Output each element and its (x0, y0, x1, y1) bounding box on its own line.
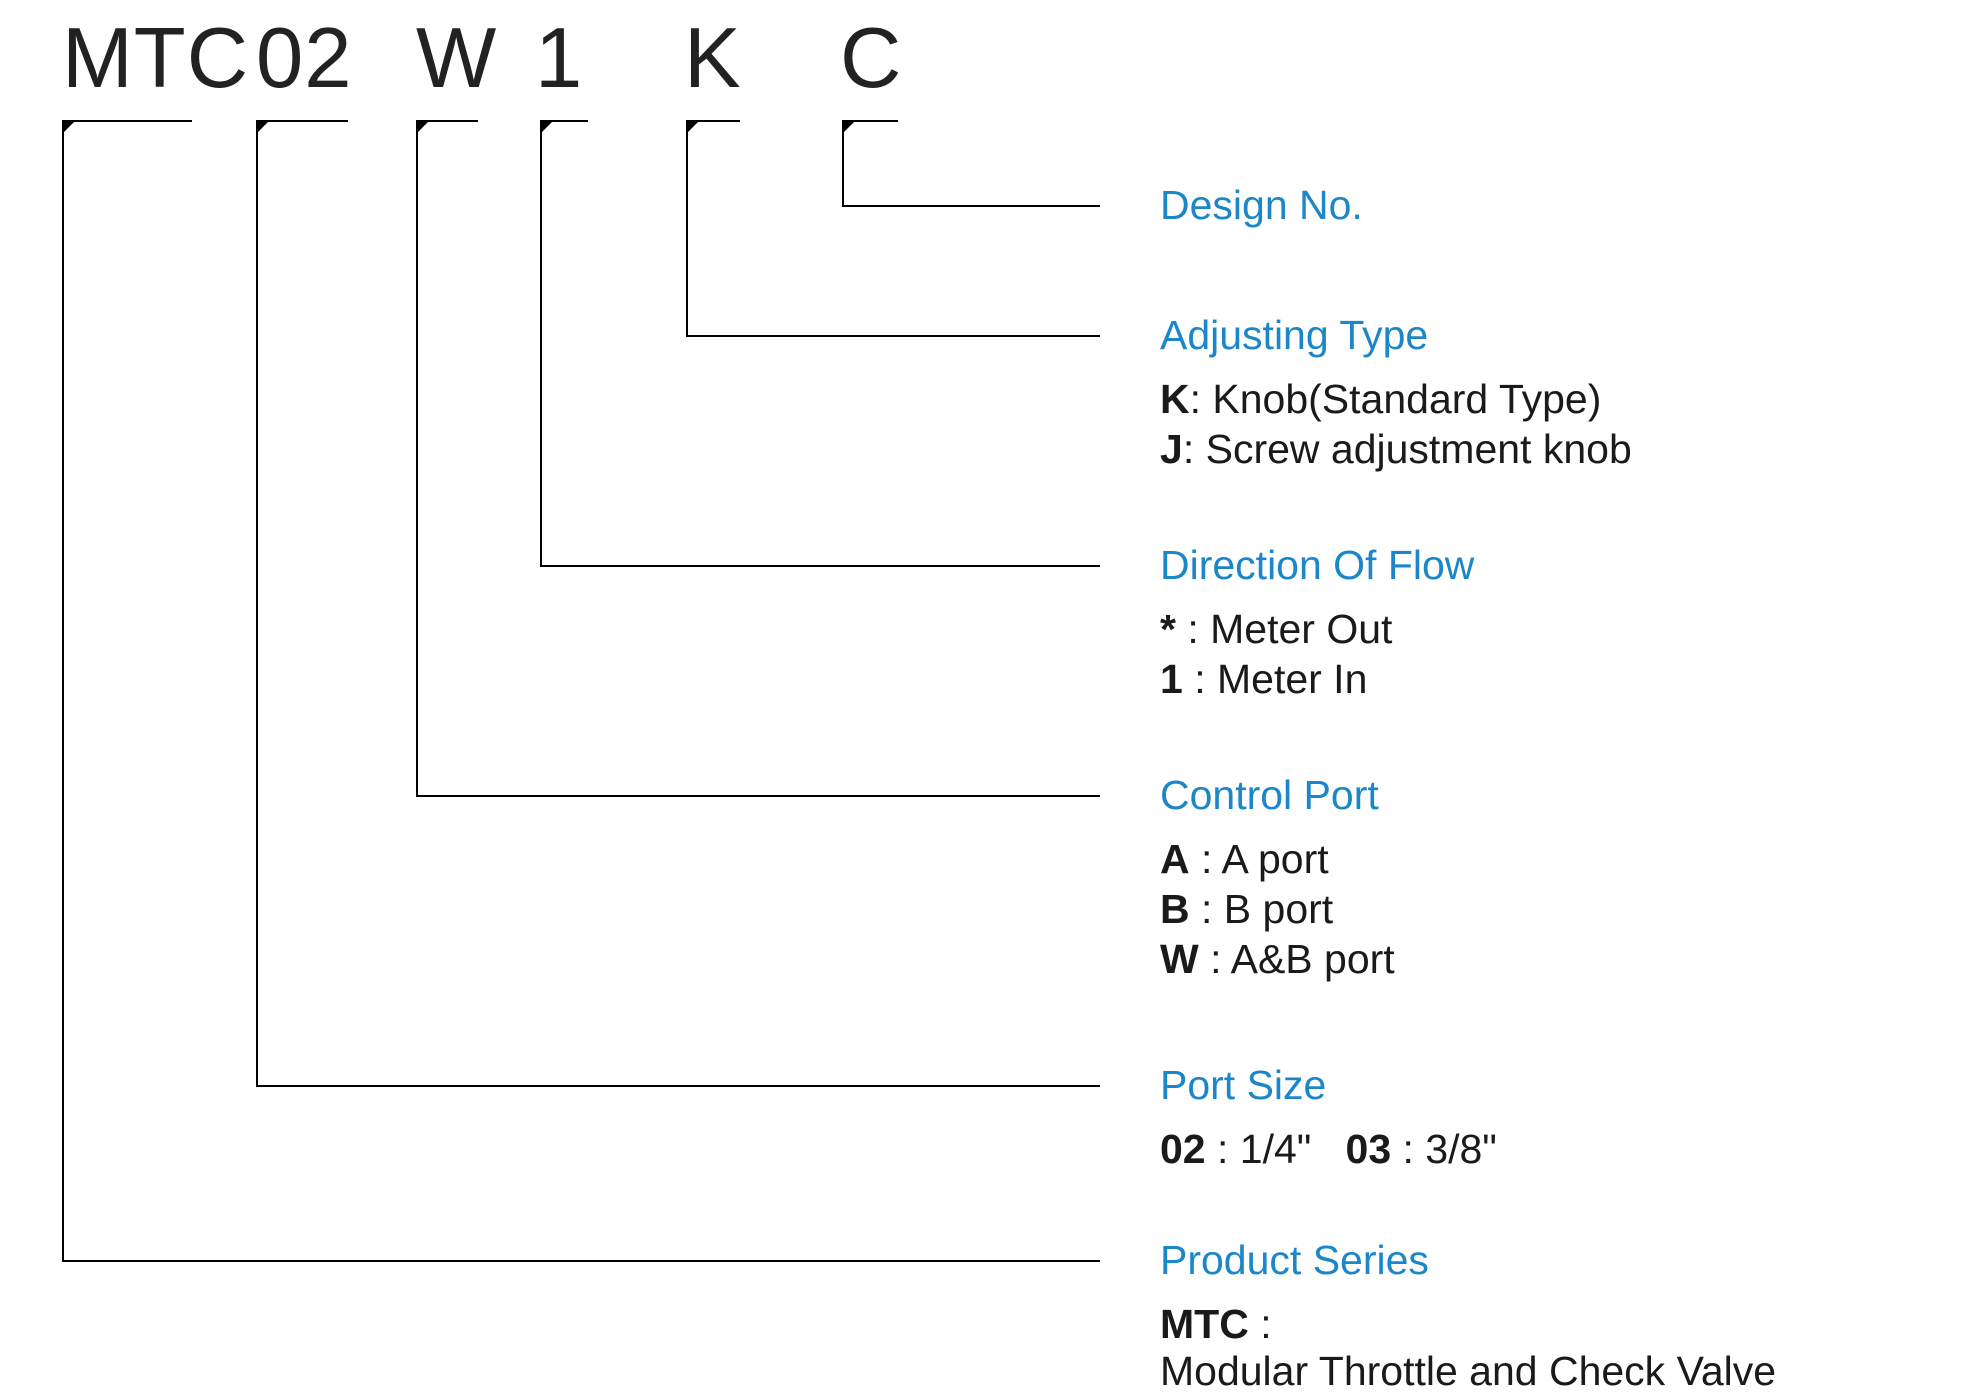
val: : Screw adjustment knob (1183, 426, 1632, 472)
key2: 03 (1346, 1126, 1392, 1172)
val: : Knob(Standard Type) (1190, 376, 1602, 422)
key: 1 (1160, 656, 1183, 702)
control-opt-2: B : B port (1160, 886, 1333, 933)
drop-6 (842, 120, 844, 207)
adjusting-opt-2: J: Screw adjustment knob (1160, 426, 1632, 473)
flow-opt-2: 1 : Meter In (1160, 656, 1367, 703)
lead-2 (256, 1085, 1100, 1087)
key: B (1160, 886, 1190, 932)
val2: : 3/8" (1391, 1126, 1497, 1172)
cap-3 (416, 120, 478, 122)
title-port-size: Port Size (1160, 1062, 1326, 1109)
title-control-port: Control Port (1160, 772, 1379, 819)
val: : (1249, 1301, 1272, 1347)
val: : A&B port (1199, 936, 1395, 982)
tick-2 (256, 120, 270, 134)
code-seg-2: 02 (256, 10, 353, 108)
port-size-line: 02 : 1/4" 03 : 3/8" (1160, 1126, 1497, 1173)
code-seg-6: C (840, 10, 902, 108)
tick-6 (842, 120, 856, 134)
tick-5 (686, 120, 700, 134)
lead-4 (540, 565, 1100, 567)
code-seg-1: MTC (62, 10, 249, 108)
drop-2 (256, 120, 258, 1087)
val: : Meter Out (1176, 606, 1392, 652)
cap-6 (842, 120, 898, 122)
key1: 02 (1160, 1126, 1206, 1172)
key: J (1160, 426, 1183, 472)
drop-5 (686, 120, 688, 337)
drop-4 (540, 120, 542, 567)
code-seg-4: 1 (535, 10, 583, 108)
key: * (1160, 606, 1176, 652)
control-opt-1: A : A port (1160, 836, 1329, 883)
lead-6 (842, 205, 1100, 207)
tick-1 (62, 120, 76, 134)
title-design-no: Design No. (1160, 182, 1363, 229)
key: MTC (1160, 1301, 1249, 1347)
cap-4 (540, 120, 588, 122)
cap-1 (62, 120, 192, 122)
control-opt-3: W : A&B port (1160, 936, 1395, 983)
ordering-code-diagram: MTC 02 W 1 K C Design No. Adjusting Type… (0, 0, 1976, 1387)
val: : A port (1190, 836, 1329, 882)
key: K (1160, 376, 1190, 422)
val: : B port (1190, 886, 1334, 932)
code-seg-5: K (684, 10, 742, 108)
lead-3 (416, 795, 1100, 797)
val1: : 1/4" (1206, 1126, 1312, 1172)
tick-4 (540, 120, 554, 134)
lead-5 (686, 335, 1100, 337)
key: W (1160, 936, 1199, 982)
val: : Meter In (1183, 656, 1368, 702)
title-direction-of-flow: Direction Of Flow (1160, 542, 1474, 589)
product-series-desc: Modular Throttle and Check Valve (1160, 1348, 1776, 1395)
drop-3 (416, 120, 418, 797)
title-product-series: Product Series (1160, 1237, 1429, 1284)
tick-3 (416, 120, 430, 134)
code-seg-3: W (416, 10, 497, 108)
drop-1 (62, 120, 64, 1262)
flow-opt-1: * : Meter Out (1160, 606, 1392, 653)
cap-5 (686, 120, 740, 122)
lead-1 (62, 1260, 1100, 1262)
product-series-key: MTC : (1160, 1301, 1272, 1348)
title-adjusting-type: Adjusting Type (1160, 312, 1428, 359)
key: A (1160, 836, 1190, 882)
adjusting-opt-1: K: Knob(Standard Type) (1160, 376, 1601, 423)
cap-2 (256, 120, 348, 122)
